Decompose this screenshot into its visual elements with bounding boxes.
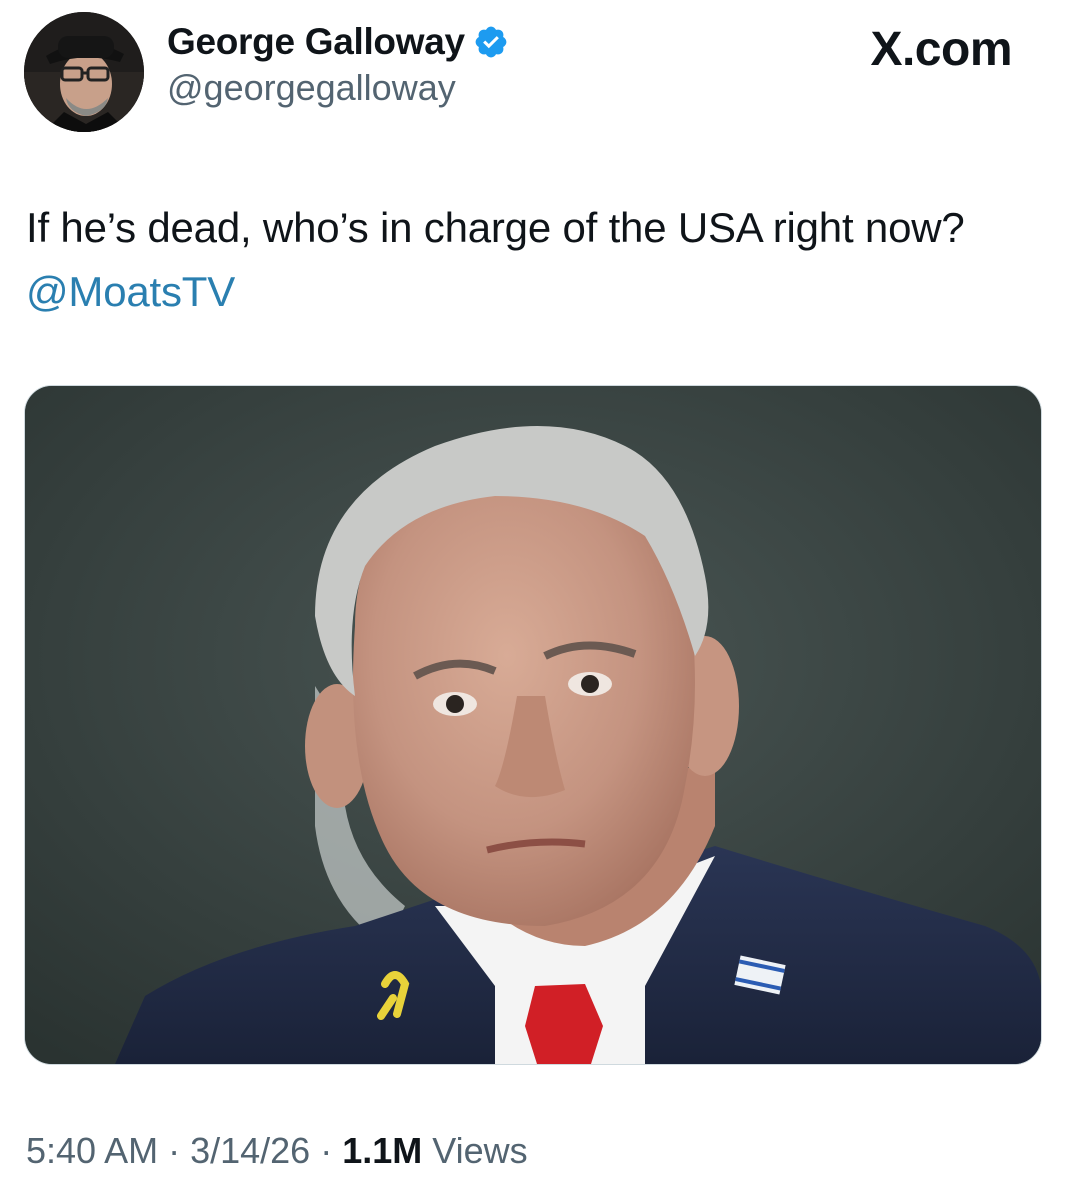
tweet-text-main: If he’s dead, who’s in charge of the USA…: [26, 204, 965, 251]
site-name: X.com: [870, 23, 1012, 76]
views-label: Views: [432, 1130, 528, 1171]
avatar-photo-icon: [24, 12, 144, 132]
tweet-text: If he’s dead, who’s in charge of the USA…: [26, 196, 1026, 324]
site-branding: X.com: [870, 22, 1012, 78]
tweet-media[interactable]: [24, 385, 1042, 1065]
tweet-time[interactable]: 5:40 AM: [26, 1124, 158, 1178]
author-names: George Galloway @georgegalloway: [167, 20, 509, 110]
tweet-header: George Galloway @georgegalloway: [24, 12, 509, 132]
meta-separator: ·: [320, 1130, 333, 1171]
mention-link[interactable]: @MoatsTV: [26, 268, 235, 315]
photo-man-in-suit-icon: [25, 386, 1041, 1064]
tweet-metadata: 5:40 AM · 3/14/26 · 1.1M Views: [26, 1124, 528, 1178]
verified-badge-icon[interactable]: [473, 24, 509, 60]
meta-separator: ·: [168, 1130, 181, 1171]
author-avatar[interactable]: [24, 12, 144, 132]
tweet-card: George Galloway @georgegalloway X.com If…: [0, 0, 1066, 1188]
views-count: 1.1M: [342, 1130, 423, 1171]
author-handle[interactable]: @georgegalloway: [167, 66, 509, 110]
display-name-row: George Galloway: [167, 20, 509, 64]
tweet-date[interactable]: 3/14/26: [190, 1124, 310, 1178]
author-display-name[interactable]: George Galloway: [167, 20, 465, 64]
